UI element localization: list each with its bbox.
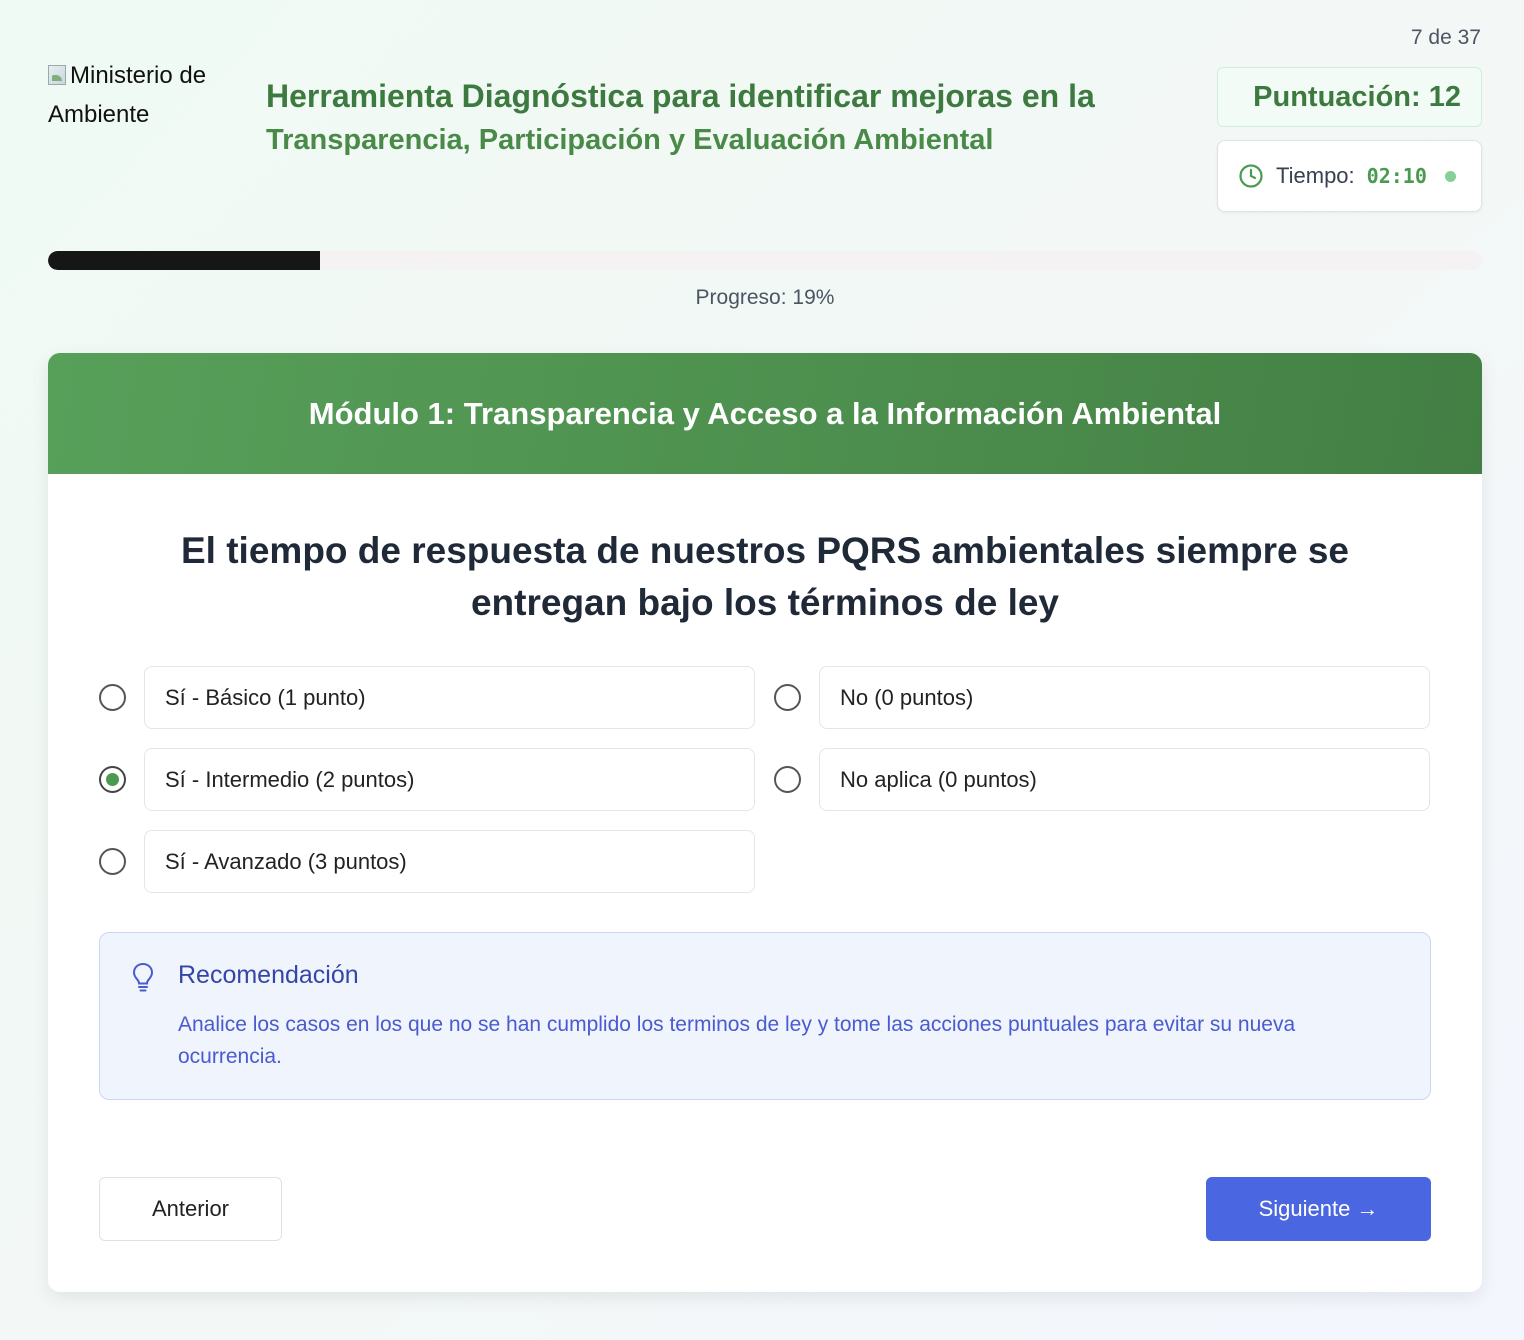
progress-label: Progreso: 19%: [695, 286, 835, 309]
option-si-avanzado[interactable]: Sí - Avanzado (3 puntos): [99, 830, 759, 893]
timer-value: 02:10: [1366, 164, 1427, 188]
module-header: Módulo 1: Transparencia y Acceso a la In…: [48, 353, 1482, 474]
option-label[interactable]: Sí - Básico (1 punto): [144, 666, 755, 729]
option-label[interactable]: No (0 puntos): [819, 666, 1430, 729]
option-si-basico[interactable]: Sí - Básico (1 punto): [99, 666, 759, 729]
radio-button[interactable]: [774, 766, 801, 793]
option-label[interactable]: No aplica (0 puntos): [819, 748, 1430, 811]
question-text: El tiempo de respuesta de nuestros PQRS …: [181, 530, 1349, 623]
radio-button[interactable]: [99, 848, 126, 875]
live-dot-icon: [1444, 170, 1456, 182]
option-no-aplica[interactable]: No aplica (0 puntos): [774, 748, 1434, 811]
radio-button[interactable]: [774, 684, 801, 711]
option-no[interactable]: No (0 puntos): [774, 666, 1434, 729]
page-title-line2: Transparencia, Participación y Evaluació…: [266, 124, 994, 156]
recommendation-box: Recomendación Analice los casos en los q…: [99, 932, 1431, 1100]
question-card: Módulo 1: Transparencia y Acceso a la In…: [48, 353, 1482, 1292]
score-text: Puntuación: 12: [1253, 80, 1461, 113]
option-label[interactable]: Sí - Avanzado (3 puntos): [144, 830, 755, 893]
question-counter: 7 de 37: [1410, 26, 1481, 49]
progress-bar: [48, 251, 1482, 270]
page-title-line1: Herramienta Diagnóstica para identificar…: [266, 78, 1095, 114]
recommendation-title: Recomendación: [178, 961, 359, 989]
option-label[interactable]: Sí - Intermedio (2 puntos): [144, 748, 755, 811]
module-title: Módulo 1: Transparencia y Acceso a la In…: [308, 395, 1222, 431]
radio-button[interactable]: [99, 684, 126, 711]
timer-box: Tiempo: 02:10: [1217, 140, 1482, 212]
next-button[interactable]: Siguiente →: [1206, 1177, 1431, 1241]
clock-icon: [1238, 163, 1264, 189]
timer-label: Tiempo:: [1276, 163, 1355, 188]
radio-button-selected[interactable]: [99, 766, 126, 793]
recommendation-text: Analice los casos en los que no se han c…: [178, 1013, 1296, 1068]
option-si-intermedio[interactable]: Sí - Intermedio (2 puntos): [99, 748, 759, 811]
progress-bar-fill: [48, 251, 321, 270]
score-badge: Puntuación: 12: [1217, 67, 1482, 127]
broken-image-icon: [48, 65, 66, 85]
previous-button[interactable]: Anterior: [99, 1177, 282, 1241]
ministry-logo: Ministerio de Ambiente: [48, 56, 248, 134]
logo-alt-text: Ministerio de Ambiente: [48, 62, 207, 128]
page-title: Herramienta Diagnóstica para identificar…: [266, 74, 1166, 162]
lightbulb-icon: [130, 961, 156, 995]
